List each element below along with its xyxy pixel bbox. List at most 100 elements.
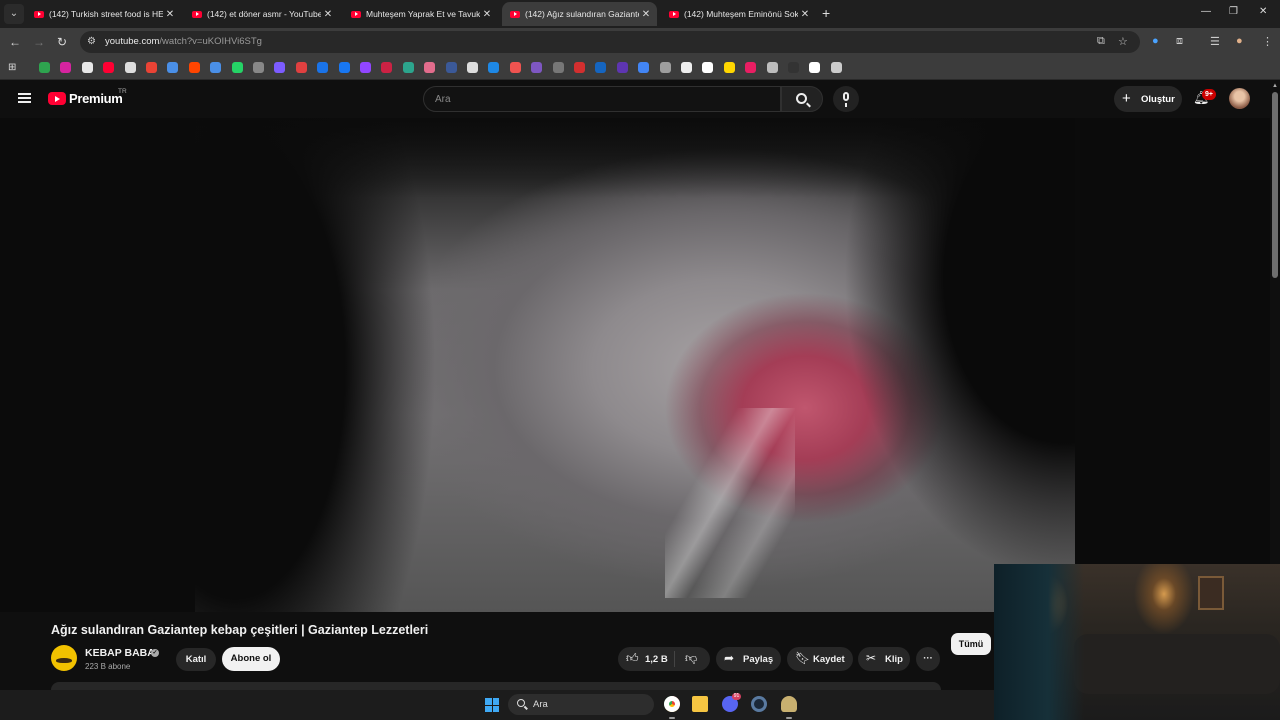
scroll-up-arrow-icon[interactable]: ▲	[1272, 83, 1278, 89]
tab-close-icon[interactable]: ✕	[798, 9, 812, 20]
bookmark-icon[interactable]	[231, 62, 243, 73]
taskbar-search[interactable]: Ara	[508, 694, 654, 715]
bookmark-icon[interactable]	[81, 62, 93, 73]
create-button[interactable]: + Oluştur	[1114, 86, 1182, 112]
forward-icon[interactable]: →	[33, 35, 45, 49]
bookmark-icon[interactable]	[424, 62, 436, 73]
bookmark-icon[interactable]	[788, 62, 799, 73]
app-icon[interactable]	[781, 696, 797, 712]
address-bar[interactable]: ⚙ youtube.com/watch?v=uKOIHVi6STg	[80, 31, 1140, 53]
bookmark-icon[interactable]	[574, 62, 585, 73]
description-box[interactable]	[51, 682, 941, 690]
bookmark-icon[interactable]	[445, 62, 457, 73]
steam-icon[interactable]	[751, 696, 767, 712]
bookmark-icon[interactable]	[338, 62, 350, 73]
back-icon[interactable]: ←	[9, 35, 21, 49]
apps-grid-icon[interactable]: ⊞	[8, 62, 19, 73]
bookmark-icon[interactable]	[638, 62, 650, 73]
bookmark-icon[interactable]	[210, 62, 222, 73]
bookmark-star-icon[interactable]: ☆	[1118, 35, 1128, 48]
restore-icon[interactable]: ❐	[1229, 6, 1238, 17]
notification-badge: 9+	[1202, 89, 1216, 100]
tab-close-icon[interactable]: ✕	[480, 9, 494, 20]
new-tab-button[interactable]: +	[822, 5, 830, 21]
bookmark-icon[interactable]	[317, 62, 329, 73]
profile-icon[interactable]: ●	[1236, 35, 1243, 47]
channel-avatar[interactable]	[51, 645, 77, 671]
bookmark-icon[interactable]	[146, 62, 157, 73]
minimize-icon[interactable]: —	[1201, 6, 1211, 17]
menu-hamburger-icon[interactable]	[18, 93, 31, 103]
tab-close-icon[interactable]: ✕	[163, 9, 177, 20]
windows-start-icon[interactable]	[485, 698, 499, 712]
bookmark-icon[interactable]	[723, 62, 735, 73]
bookmark-icon[interactable]	[124, 62, 136, 73]
install-app-icon[interactable]: ⧉	[1097, 35, 1105, 48]
join-button[interactable]: Katıl	[176, 648, 216, 671]
search-input[interactable]: Ara	[423, 86, 781, 112]
bookmark-icon[interactable]	[167, 62, 179, 73]
bookmark-icon[interactable]	[830, 62, 842, 73]
extensions-puzzle-icon[interactable]: ⧈	[1176, 35, 1183, 48]
bookmark-icon[interactable]	[745, 62, 757, 73]
chip-all[interactable]: Tümü	[951, 633, 991, 655]
video-player[interactable]	[0, 118, 1270, 612]
browser-tab[interactable]: (142) Turkish street food is HEA ✕	[26, 2, 181, 26]
bookmark-icon[interactable]	[595, 62, 607, 73]
bookmark-icon[interactable]	[360, 62, 371, 73]
chrome-icon[interactable]	[664, 696, 680, 712]
logo-text[interactable]: Premium	[69, 91, 123, 106]
bookmark-icon[interactable]	[488, 62, 500, 73]
tab-close-icon[interactable]: ✕	[321, 9, 335, 20]
bookmark-icon[interactable]	[402, 62, 414, 73]
tab-search-chevron-icon[interactable]: ⌄	[4, 4, 24, 24]
extension-icon[interactable]: ●	[1152, 35, 1159, 47]
tab-close-icon[interactable]: ✕	[639, 9, 653, 20]
bookmark-icon[interactable]	[103, 62, 115, 73]
bookmark-icon[interactable]	[60, 62, 72, 73]
bookmark-icon[interactable]	[531, 62, 543, 73]
search-button[interactable]	[781, 86, 823, 112]
browser-tab[interactable]: (142) et döner asmr - YouTube ✕	[184, 2, 339, 26]
bookmark-icon[interactable]	[766, 62, 778, 73]
file-explorer-icon[interactable]	[692, 696, 708, 712]
channel-name[interactable]: KEBAP BABA	[85, 647, 155, 659]
bookmark-icon[interactable]	[659, 62, 671, 73]
browser-tab[interactable]: (142) Muhteşem Eminönü Soka ✕	[661, 2, 816, 26]
browser-menu-icon[interactable]: ⋮	[1262, 35, 1273, 48]
bookmark-icon[interactable]	[467, 62, 478, 73]
browser-tab-active[interactable]: (142) Ağız sulandıran Gaziantep ✕	[502, 2, 657, 26]
like-count[interactable]: 1,2 B	[645, 654, 668, 665]
clip-button[interactable]: ✂ Klip	[858, 647, 910, 671]
save-button[interactable]: 🔖︎ Kaydet	[787, 647, 853, 671]
bookmark-icon[interactable]	[616, 62, 628, 73]
reload-icon[interactable]: ↻	[57, 35, 67, 49]
more-actions-button[interactable]: ···	[916, 647, 940, 671]
video-frame[interactable]	[195, 118, 1075, 612]
bookmark-icon[interactable]	[509, 62, 521, 73]
bookmark-icon[interactable]	[702, 62, 714, 73]
bookmark-icon[interactable]	[809, 62, 821, 73]
scrollbar-thumb[interactable]	[1272, 92, 1278, 278]
youtube-logo-icon[interactable]	[48, 92, 66, 105]
browser-tab[interactable]: Muhteşem Yaprak Et ve Tavuk D ✕	[343, 2, 498, 26]
bookmark-icon[interactable]	[39, 62, 50, 73]
voice-search-button[interactable]	[833, 86, 859, 112]
like-thumb-up-icon[interactable]: 👍︎	[626, 651, 639, 666]
avatar[interactable]	[1229, 88, 1250, 109]
media-controls-icon[interactable]: ☰	[1210, 35, 1220, 48]
bookmark-icon[interactable]	[295, 62, 307, 73]
close-window-icon[interactable]: ✕	[1259, 6, 1267, 17]
url-text[interactable]: youtube.com/watch?v=uKOIHVi6STg	[105, 36, 262, 47]
page-scrollbar[interactable]: ▲	[1270, 80, 1280, 564]
bookmark-icon[interactable]	[253, 62, 264, 73]
subscribe-button[interactable]: Abone ol	[222, 647, 280, 671]
site-info-icon[interactable]: ⚙	[87, 36, 96, 47]
bookmark-icon[interactable]	[274, 62, 286, 73]
share-button[interactable]: ➦ Paylaş	[716, 647, 781, 671]
bookmark-icon[interactable]	[681, 62, 692, 73]
dislike-thumb-down-icon[interactable]: 👎︎	[685, 651, 697, 666]
bookmark-icon[interactable]	[552, 62, 564, 73]
bookmark-icon[interactable]	[381, 62, 393, 73]
bookmark-icon[interactable]	[188, 62, 200, 73]
